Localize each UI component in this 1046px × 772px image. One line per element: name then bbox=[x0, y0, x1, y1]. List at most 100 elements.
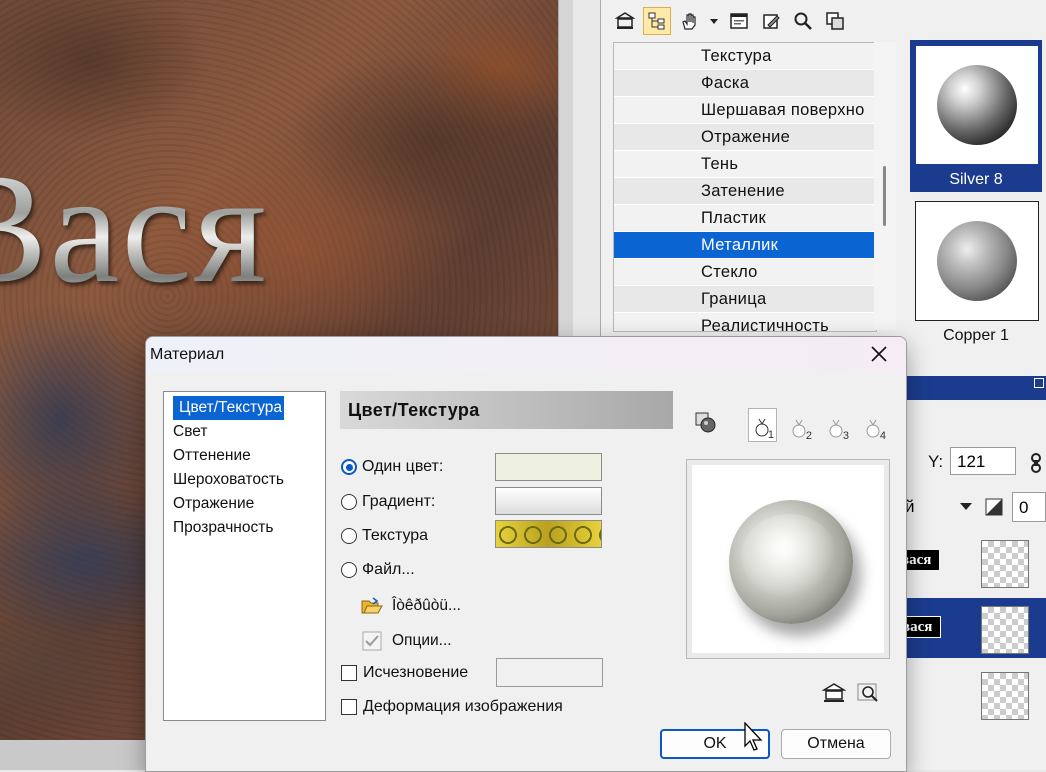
mouse-cursor-icon bbox=[743, 721, 765, 757]
fade-checkbox[interactable] bbox=[341, 665, 357, 681]
texture-option[interactable]: Текстура bbox=[341, 524, 428, 548]
window-icon bbox=[730, 13, 748, 29]
radio-gradient[interactable] bbox=[341, 494, 357, 510]
library-icon bbox=[615, 12, 635, 29]
solid-color-swatch[interactable] bbox=[495, 453, 602, 481]
thumbnail-label: Copper 1 bbox=[943, 327, 1009, 344]
duplicate-button[interactable] bbox=[821, 7, 849, 35]
material-dialog: Материал Цвет/Текстура Свет Оттенение Ше… bbox=[145, 336, 907, 772]
library-button[interactable] bbox=[821, 682, 847, 709]
preview-zoom-button[interactable] bbox=[856, 682, 880, 709]
chevron-down-icon bbox=[710, 19, 718, 24]
list-item[interactable]: Реалистичность bbox=[614, 313, 876, 331]
maximize-icon[interactable] bbox=[1034, 378, 1044, 388]
dropdown-arrow-button[interactable] bbox=[707, 7, 721, 35]
image-warp-checkbox[interactable] bbox=[341, 699, 357, 715]
layer-thumbnail-text: вася bbox=[905, 616, 941, 638]
thumbnail-image bbox=[915, 201, 1039, 321]
list-scrollbar[interactable] bbox=[874, 42, 896, 330]
y-coordinate-input[interactable]: 121 bbox=[950, 447, 1016, 475]
section-item-light[interactable]: Свет bbox=[167, 420, 322, 444]
material-section-list[interactable]: Цвет/Текстура Свет Оттенение Шероховатос… bbox=[163, 391, 326, 721]
library-button[interactable] bbox=[611, 7, 639, 35]
edit-icon bbox=[763, 14, 780, 29]
file-options-button[interactable]: Опции... bbox=[361, 629, 452, 653]
texture-swatch[interactable] bbox=[495, 520, 602, 548]
light-number: 1 bbox=[767, 429, 775, 441]
sphere-preview bbox=[937, 65, 1017, 145]
canvas-text-object[interactable]: Вася bbox=[0, 150, 268, 308]
list-item[interactable]: Затенение bbox=[614, 178, 876, 205]
layer-row-selected[interactable]: вася bbox=[905, 598, 1046, 658]
file-options-label: Опции... bbox=[392, 632, 452, 649]
list-item[interactable]: Граница bbox=[614, 286, 876, 313]
list-item[interactable]: Пластик bbox=[614, 205, 876, 232]
section-item-transparency[interactable]: Прозрачность bbox=[167, 516, 322, 540]
light-selector-group: 1 2 3 4 bbox=[748, 406, 888, 444]
light-number: 4 bbox=[879, 430, 886, 442]
list-item[interactable]: Отражение bbox=[614, 124, 876, 151]
browse-file-button[interactable]: Îòêðûòü... bbox=[361, 594, 461, 618]
radio-file[interactable] bbox=[341, 562, 357, 578]
gradient-label: Градиент: bbox=[362, 493, 436, 510]
dialog-titlebar[interactable]: Материал bbox=[146, 337, 906, 373]
cancel-button[interactable]: Отмена bbox=[781, 729, 891, 759]
light-2-button[interactable]: 2 bbox=[785, 408, 814, 442]
opacity-icon bbox=[985, 498, 1003, 516]
fade-input[interactable] bbox=[496, 658, 603, 687]
layer-mask-thumbnail bbox=[981, 672, 1029, 720]
hand-icon bbox=[682, 13, 696, 30]
list-item[interactable]: Текстура bbox=[614, 43, 876, 70]
edit-material-button[interactable] bbox=[757, 7, 785, 35]
texture-label: Текстура bbox=[362, 527, 429, 544]
list-item[interactable]: Шершавая поверхно bbox=[614, 97, 876, 124]
open-folder-icon bbox=[361, 595, 383, 617]
image-warp-option[interactable]: Деформация изображения bbox=[341, 695, 563, 719]
thumbnail-copper[interactable]: Copper 1 bbox=[910, 196, 1042, 348]
zoom-icon bbox=[857, 683, 878, 702]
fade-option[interactable]: Исчезновение bbox=[341, 661, 468, 685]
gradient-swatch[interactable] bbox=[495, 487, 602, 515]
list-item[interactable]: Фаска bbox=[614, 70, 876, 97]
sphere-preview bbox=[937, 221, 1017, 301]
file-option[interactable]: Файл... bbox=[341, 558, 415, 582]
list-item[interactable]: Тень bbox=[614, 151, 876, 178]
checkmark-icon bbox=[361, 630, 383, 652]
section-item-reflection[interactable]: Отражение bbox=[167, 492, 322, 516]
layer-row[interactable]: вася bbox=[905, 532, 1046, 592]
light-source-button[interactable] bbox=[694, 411, 720, 440]
light-number: 3 bbox=[842, 430, 850, 442]
light-4-button[interactable]: 4 bbox=[859, 408, 888, 442]
scrollbar-thumb[interactable] bbox=[883, 166, 886, 226]
section-item-shading[interactable]: Оттенение bbox=[167, 444, 322, 468]
search-button[interactable] bbox=[789, 7, 817, 35]
material-category-list[interactable]: Текстура Фаска Шершавая поверхно Отражен… bbox=[613, 42, 877, 332]
list-item[interactable]: Стекло bbox=[614, 259, 876, 286]
layer-row[interactable] bbox=[905, 664, 1046, 724]
thumbnail-image bbox=[915, 45, 1039, 165]
image-warp-label: Деформация изображения bbox=[363, 698, 563, 715]
dialog-title: Материал bbox=[150, 346, 225, 363]
light-3-button[interactable]: 3 bbox=[822, 408, 851, 442]
light-1-button[interactable]: 1 bbox=[748, 408, 778, 442]
tree-view-button[interactable] bbox=[643, 7, 671, 35]
solid-color-option[interactable]: Один цвет: bbox=[341, 455, 443, 479]
opacity-input[interactable]: 0 bbox=[1012, 492, 1046, 522]
file-label: Файл... bbox=[362, 561, 415, 578]
radio-solid-checked[interactable] bbox=[341, 459, 357, 475]
section-item-roughness[interactable]: Шероховатость bbox=[167, 468, 322, 492]
list-item-selected[interactable]: Металлик bbox=[614, 232, 876, 259]
lock-ratio-icon[interactable] bbox=[1028, 452, 1044, 479]
thumbnail-label: Silver 8 bbox=[949, 171, 1003, 188]
radio-texture[interactable] bbox=[341, 528, 357, 544]
thumbnail-silver[interactable]: Silver 8 bbox=[910, 40, 1042, 192]
merge-mode-dropdown[interactable]: й bbox=[905, 492, 977, 522]
solid-color-label: Один цвет: bbox=[362, 458, 444, 475]
section-item-color-texture[interactable]: Цвет/Текстура bbox=[173, 396, 285, 420]
properties-button[interactable] bbox=[725, 7, 753, 35]
layer-mask-thumbnail bbox=[981, 606, 1029, 654]
hand-tool-button[interactable] bbox=[675, 7, 703, 35]
material-preview[interactable] bbox=[686, 459, 890, 659]
close-button[interactable] bbox=[866, 341, 892, 367]
gradient-option[interactable]: Градиент: bbox=[341, 490, 435, 514]
